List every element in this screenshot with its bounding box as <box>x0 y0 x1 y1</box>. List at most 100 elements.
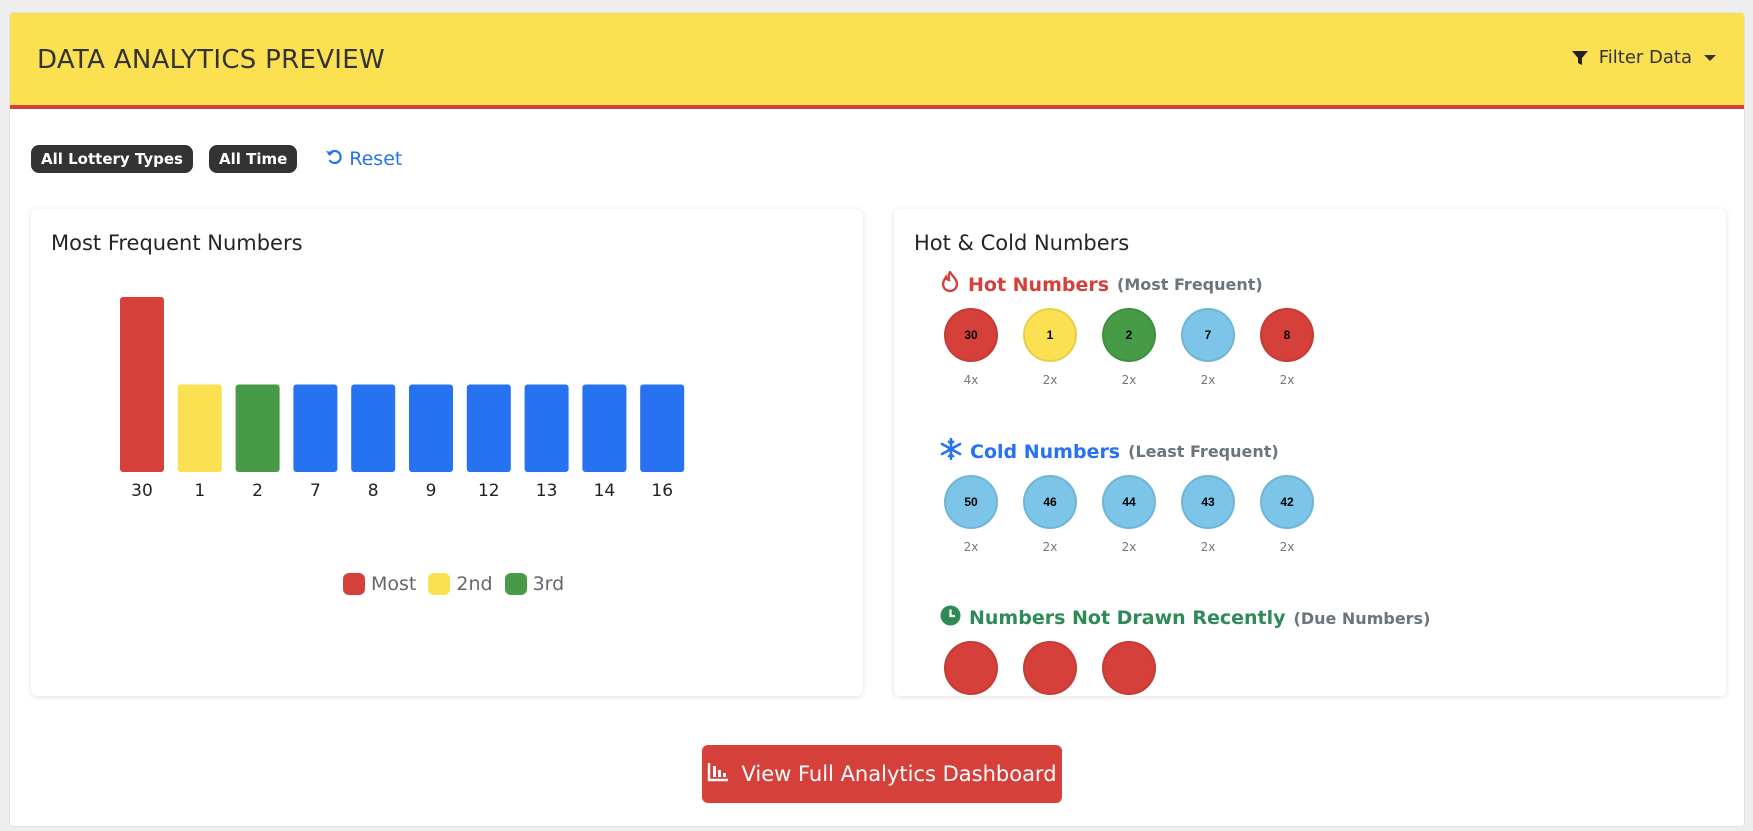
cold-ball-item: 50 2x <box>944 475 998 554</box>
cold-ball-count: 2x <box>1279 540 1295 554</box>
hot-balls: 30 4x 1 2x 2 2x 7 2x 8 2x <box>944 308 1314 387</box>
legend-item[interactable]: 2nd <box>428 573 493 595</box>
filter-data-label: Filter Data <box>1598 47 1692 68</box>
active-filters: All Lottery Types All Time Reset <box>31 145 402 173</box>
hot-cold-title: Hot & Cold Numbers <box>914 231 1130 255</box>
analytics-preview-card: DATA ANALYTICS PREVIEW Filter Data All L… <box>9 12 1745 827</box>
cold-ball[interactable]: 43 <box>1181 475 1235 529</box>
cold-numbers-section: Cold Numbers (Least Frequent) 50 2x 46 2x 44… <box>940 437 1314 554</box>
hot-ball-count: 2x <box>1042 373 1058 387</box>
x-tick-label: 1 <box>194 481 205 501</box>
legend-item[interactable]: 3rd <box>504 573 565 595</box>
reset-label: Reset <box>349 148 403 170</box>
bar-9[interactable] <box>409 384 453 473</box>
filter-data-button[interactable]: Filter Data <box>1571 47 1716 68</box>
bar-13[interactable] <box>524 384 569 473</box>
legend-swatch <box>504 573 527 595</box>
cold-ball-count: 2x <box>1200 540 1216 554</box>
cold-ball-item: 43 2x <box>1181 475 1235 554</box>
hot-ball[interactable]: 1 <box>1023 308 1077 362</box>
legend-label: Most <box>371 573 417 595</box>
most-frequent-panel: Most Frequent Numbers 30 1 2 7 8 9 12 13 14 16 Mo… <box>31 209 863 696</box>
hot-ball[interactable]: 8 <box>1260 308 1314 362</box>
chip-time-range[interactable]: All Time <box>208 145 298 173</box>
bar-12[interactable] <box>466 384 511 473</box>
cold-ball[interactable]: 44 <box>1102 475 1156 529</box>
cold-ball[interactable]: 42 <box>1260 475 1314 529</box>
x-tick-label: 16 <box>651 481 673 501</box>
hot-ball-item: 30 4x <box>944 308 998 387</box>
clock-icon <box>940 605 961 631</box>
x-tick-label: 13 <box>536 481 558 501</box>
reset-button[interactable]: Reset <box>325 148 402 171</box>
bar-1[interactable] <box>177 384 222 473</box>
hot-ball-item: 1 2x <box>1023 308 1077 387</box>
hot-ball-count: 2x <box>1121 373 1137 387</box>
due-ball-partial <box>944 641 998 695</box>
view-full-dashboard-button[interactable]: View Full Analytics Dashboard <box>702 745 1062 803</box>
due-numbers-section: Numbers Not Drawn Recently (Due Numbers) <box>940 605 1430 695</box>
x-tick-label: 30 <box>131 481 153 501</box>
hot-cold-panel: Hot & Cold Numbers Hot Numbers (Most Fre… <box>894 209 1726 696</box>
chip-lottery-type[interactable]: All Lottery Types <box>31 145 193 173</box>
hot-numbers-section: Hot Numbers (Most Frequent) 30 4x 1 2x 2 2x 7 2… <box>940 269 1314 387</box>
cold-numbers-subtitle: (Least Frequent) <box>1128 442 1279 461</box>
page-title: DATA ANALYTICS PREVIEW <box>37 45 386 75</box>
legend-swatch <box>428 573 451 595</box>
bar-14[interactable] <box>582 384 627 473</box>
frequency-bar-chart: 30 1 2 7 8 9 12 13 14 16 <box>120 297 685 501</box>
cold-ball-count: 2x <box>1121 540 1137 554</box>
cold-ball-count: 2x <box>963 540 979 554</box>
hot-numbers-header: Hot Numbers (Most Frequent) <box>940 269 1314 298</box>
due-numbers-title: Numbers Not Drawn Recently <box>969 607 1286 629</box>
cold-ball-item: 46 2x <box>1023 475 1077 554</box>
chart-icon <box>707 762 729 787</box>
hot-ball-count: 2x <box>1200 373 1216 387</box>
hot-ball[interactable]: 7 <box>1181 308 1235 362</box>
due-numbers-subtitle: (Due Numbers) <box>1293 608 1431 628</box>
due-ball-partial <box>1023 641 1077 695</box>
due-numbers-header: Numbers Not Drawn Recently (Due Numbers) <box>940 605 1430 631</box>
due-ball <box>944 641 998 695</box>
legend-swatch <box>343 573 365 595</box>
hot-ball-count: 4x <box>963 373 979 387</box>
bar-16[interactable] <box>640 384 685 473</box>
hot-ball-item: 8 2x <box>1260 308 1314 387</box>
hot-numbers-title: Hot Numbers <box>968 273 1110 296</box>
undo-icon <box>325 148 343 171</box>
due-ball-partial <box>1102 641 1156 695</box>
caret-down-icon <box>1704 54 1716 61</box>
cold-ball-count: 2x <box>1042 540 1058 554</box>
x-tick-label: 8 <box>368 481 379 501</box>
due-ball <box>1023 641 1077 695</box>
filter-icon <box>1571 49 1589 67</box>
legend-label: 3rd <box>532 573 565 595</box>
cold-numbers-header: Cold Numbers (Least Frequent) <box>940 437 1314 465</box>
bar-2[interactable] <box>235 384 280 473</box>
snowflake-icon <box>940 437 962 465</box>
hot-numbers-subtitle: (Most Frequent) <box>1117 275 1263 294</box>
x-tick-label: 2 <box>252 481 263 501</box>
hot-ball[interactable]: 2 <box>1102 308 1156 362</box>
legend-item[interactable]: Most <box>343 573 416 595</box>
cold-balls: 50 2x 46 2x 44 2x 43 2x 42 2x <box>944 475 1314 554</box>
x-tick-label: 14 <box>594 481 616 501</box>
cold-ball[interactable]: 50 <box>944 475 998 529</box>
legend-label: 2nd <box>456 573 493 595</box>
x-tick-label: 9 <box>426 481 437 501</box>
cold-numbers-title: Cold Numbers <box>970 440 1121 463</box>
cold-ball[interactable]: 46 <box>1023 475 1077 529</box>
bar-7[interactable] <box>293 384 338 473</box>
hot-ball-item: 7 2x <box>1181 308 1235 387</box>
cold-ball-item: 42 2x <box>1260 475 1314 554</box>
fire-icon <box>940 269 960 298</box>
bar-30[interactable] <box>120 297 164 472</box>
chart-legend: Most 2nd 3rd <box>343 573 564 595</box>
bar-8[interactable] <box>351 384 396 473</box>
header: DATA ANALYTICS PREVIEW Filter Data <box>10 13 1744 109</box>
hot-ball[interactable]: 30 <box>944 308 998 362</box>
cold-ball-item: 44 2x <box>1102 475 1156 554</box>
hot-ball-count: 2x <box>1279 373 1295 387</box>
view-full-dashboard-label: View Full Analytics Dashboard <box>741 762 1057 786</box>
due-ball <box>1102 641 1156 695</box>
